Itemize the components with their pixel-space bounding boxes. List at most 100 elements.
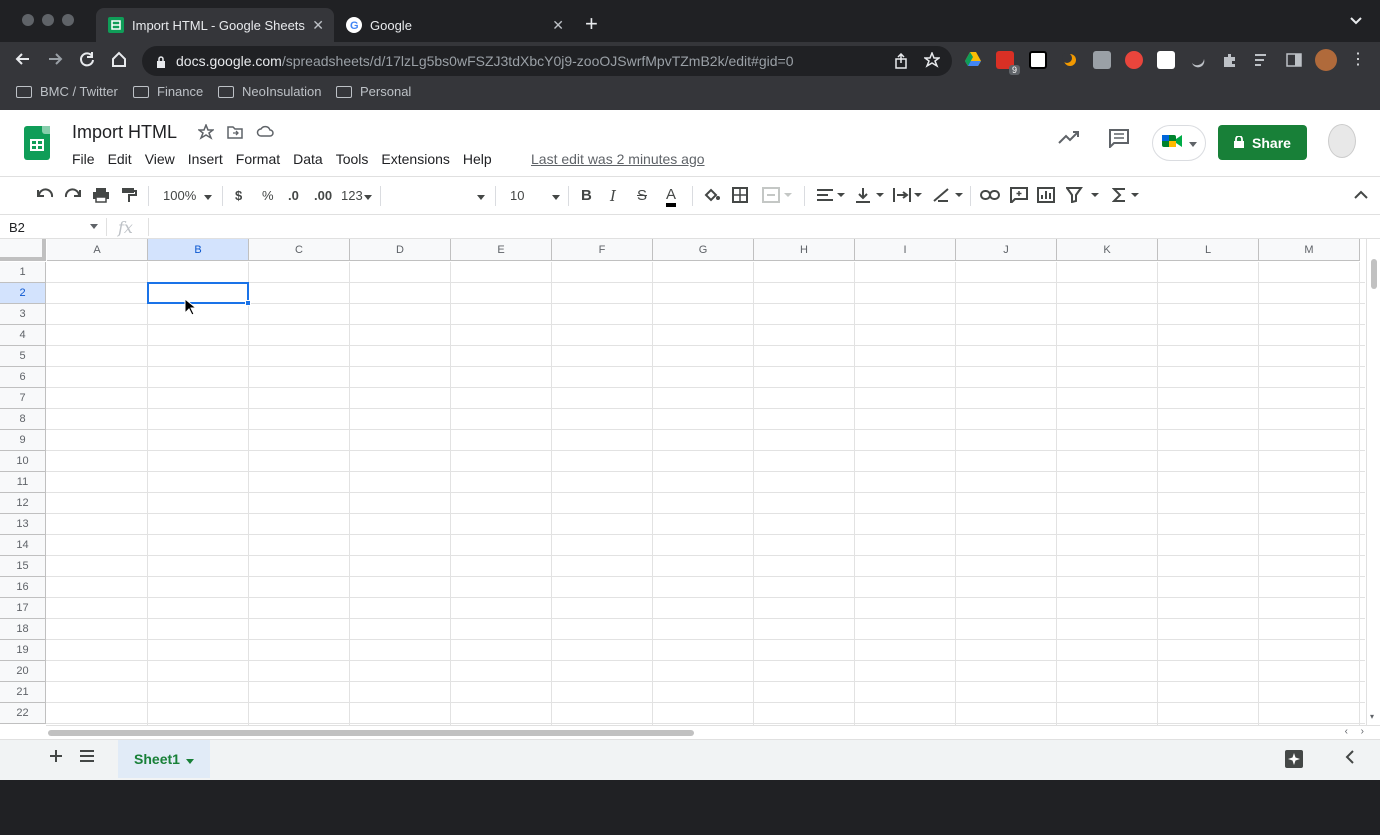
row-header-19[interactable]: 19 bbox=[0, 640, 46, 661]
tab-import-html[interactable]: Import HTML - Google Sheets ✕ bbox=[96, 8, 334, 42]
italic-button[interactable]: I bbox=[610, 187, 616, 205]
name-box-dropdown-icon[interactable] bbox=[90, 224, 98, 229]
account-avatar[interactable] bbox=[1328, 124, 1356, 158]
insert-chart-icon[interactable] bbox=[1037, 187, 1055, 208]
side-panel-toggle-icon[interactable] bbox=[1345, 750, 1355, 769]
row-header-13[interactable]: 13 bbox=[0, 514, 46, 535]
notion-icon[interactable] bbox=[1029, 51, 1047, 69]
bold-button[interactable]: B bbox=[581, 187, 592, 205]
column-header-g[interactable]: G bbox=[653, 239, 754, 261]
row-header-8[interactable]: 8 bbox=[0, 409, 46, 430]
row-header-21[interactable]: 21 bbox=[0, 682, 46, 703]
menu-file[interactable]: File bbox=[72, 151, 95, 167]
share-button[interactable]: Share bbox=[1218, 125, 1307, 160]
row-header-15[interactable]: 15 bbox=[0, 556, 46, 577]
vertical-scroll-thumb[interactable] bbox=[1371, 259, 1377, 289]
all-sheets-menu-icon[interactable] bbox=[79, 749, 95, 768]
row-header-4[interactable]: 4 bbox=[0, 325, 46, 346]
selected-cell[interactable] bbox=[147, 282, 249, 304]
menu-view[interactable]: View bbox=[145, 151, 175, 167]
sheet-tab-dropdown-icon[interactable] bbox=[185, 751, 194, 767]
scroll-down-icon[interactable]: ▾ bbox=[1370, 712, 1374, 721]
tab-close-icon[interactable]: ✕ bbox=[312, 17, 324, 34]
row-header-17[interactable]: 17 bbox=[0, 598, 46, 619]
new-tab-button[interactable]: + bbox=[585, 12, 598, 36]
bookmark-folder-bmc-twitter[interactable]: BMC / Twitter bbox=[16, 84, 118, 99]
row-header-1[interactable]: 1 bbox=[0, 262, 46, 283]
forward-icon[interactable] bbox=[46, 50, 64, 72]
horizontal-align-icon[interactable] bbox=[816, 187, 846, 208]
text-wrapping-icon[interactable] bbox=[893, 187, 923, 208]
window-minimize-dot[interactable] bbox=[42, 14, 54, 26]
share-page-icon[interactable] bbox=[894, 52, 908, 72]
menu-help[interactable]: Help bbox=[463, 151, 492, 167]
activity-trend-icon[interactable] bbox=[1058, 128, 1080, 151]
font-family-dropdown-icon[interactable] bbox=[477, 187, 485, 205]
more-formats-dropdown-icon[interactable] bbox=[364, 187, 372, 205]
menu-data[interactable]: Data bbox=[293, 151, 323, 167]
currency-format-button[interactable]: $ bbox=[235, 187, 242, 205]
row-header-6[interactable]: 6 bbox=[0, 367, 46, 388]
fill-color-icon[interactable] bbox=[702, 187, 720, 208]
bookmark-folder-neoinsulation[interactable]: NeoInsulation bbox=[218, 84, 322, 99]
readwise-icon[interactable] bbox=[1093, 51, 1111, 69]
undo-icon[interactable] bbox=[36, 187, 54, 208]
text-rotation-icon[interactable] bbox=[932, 187, 964, 208]
column-header-k[interactable]: K bbox=[1057, 239, 1158, 261]
text-color-button[interactable]: A bbox=[666, 187, 677, 207]
merge-cells-icon[interactable] bbox=[762, 187, 792, 208]
row-header-16[interactable]: 16 bbox=[0, 577, 46, 598]
row-header-2[interactable]: 2 bbox=[0, 283, 46, 304]
cloud-saved-icon[interactable] bbox=[256, 124, 274, 145]
horizontal-scroll-thumb[interactable] bbox=[48, 730, 694, 736]
menu-insert[interactable]: Insert bbox=[188, 151, 223, 167]
document-title[interactable]: Import HTML bbox=[72, 122, 177, 143]
column-header-m[interactable]: M bbox=[1259, 239, 1360, 261]
todoist-icon[interactable] bbox=[1125, 51, 1143, 69]
menu-extensions[interactable]: Extensions bbox=[381, 151, 449, 167]
redo-icon[interactable] bbox=[64, 187, 82, 208]
fill-handle[interactable] bbox=[245, 300, 251, 306]
menu-edit[interactable]: Edit bbox=[108, 151, 132, 167]
column-header-l[interactable]: L bbox=[1158, 239, 1259, 261]
column-header-e[interactable]: E bbox=[451, 239, 552, 261]
tab-close-icon[interactable]: ✕ bbox=[552, 17, 564, 34]
row-header-22[interactable]: 22 bbox=[0, 703, 46, 724]
row-header-18[interactable]: 18 bbox=[0, 619, 46, 640]
print-icon[interactable] bbox=[92, 187, 110, 208]
last-edit-link[interactable]: Last edit was 2 minutes ago bbox=[531, 151, 705, 167]
column-header-b[interactable]: B bbox=[148, 239, 249, 261]
decrease-decimal-button[interactable]: .0 bbox=[288, 187, 299, 205]
insert-comment-icon[interactable] bbox=[1010, 187, 1028, 208]
column-header-i[interactable]: I bbox=[855, 239, 956, 261]
sheets-logo[interactable] bbox=[24, 126, 50, 160]
column-header-d[interactable]: D bbox=[350, 239, 451, 261]
horizontal-scrollbar[interactable]: ‹ › bbox=[46, 725, 1380, 739]
calendar-extension-icon[interactable]: 9 bbox=[996, 51, 1020, 75]
increase-decimal-button[interactable]: .00 bbox=[314, 187, 332, 205]
window-zoom-dot[interactable] bbox=[62, 14, 74, 26]
tab-search-icon[interactable] bbox=[1350, 14, 1362, 28]
vertical-scrollbar[interactable]: ▾ bbox=[1366, 239, 1380, 725]
reading-list-icon[interactable] bbox=[1253, 51, 1271, 69]
scroll-right-icon[interactable]: › bbox=[1361, 726, 1364, 737]
select-all-corner[interactable] bbox=[0, 239, 46, 261]
zoom-dropdown-icon[interactable] bbox=[204, 187, 212, 205]
home-icon[interactable] bbox=[110, 50, 128, 72]
zoom-select[interactable]: 100% bbox=[163, 187, 196, 205]
bookmark-folder-personal[interactable]: Personal bbox=[336, 84, 411, 99]
star-icon[interactable] bbox=[196, 122, 216, 145]
row-header-20[interactable]: 20 bbox=[0, 661, 46, 682]
percent-format-button[interactable]: % bbox=[262, 187, 274, 205]
functions-sigma-icon[interactable] bbox=[1111, 187, 1142, 208]
back-icon[interactable] bbox=[14, 50, 32, 72]
window-close-dot[interactable] bbox=[22, 14, 34, 26]
column-header-c[interactable]: C bbox=[249, 239, 350, 261]
address-bar[interactable]: docs.google.com /spreadsheets/d/17lzLg5b… bbox=[142, 46, 952, 76]
tab-google[interactable]: G Google ✕ bbox=[334, 8, 574, 42]
browser-menu-icon[interactable]: ⋮ bbox=[1350, 50, 1366, 70]
row-header-7[interactable]: 7 bbox=[0, 388, 46, 409]
google-drive-icon[interactable] bbox=[964, 51, 982, 69]
sheet-tab-sheet1[interactable]: Sheet1 bbox=[118, 740, 210, 778]
meet-button[interactable] bbox=[1152, 125, 1206, 161]
